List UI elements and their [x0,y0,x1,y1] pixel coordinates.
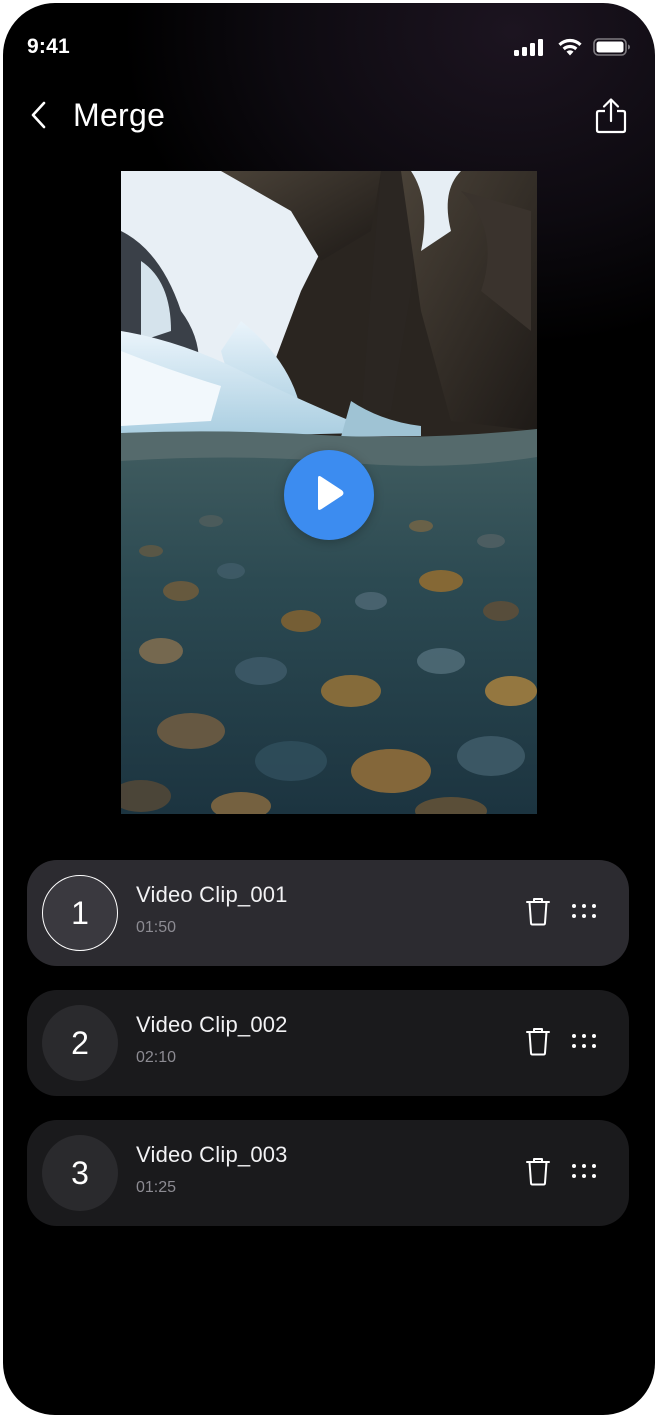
trash-icon [525,896,551,931]
trash-icon [525,1026,551,1061]
phone-screen: 9:41 Merge 1 Video Clip_001 01:50 2 Vide… [3,3,655,1415]
clip-item-1[interactable]: 1 Video Clip_001 01:50 [27,860,629,966]
video-preview[interactable] [121,171,537,814]
clip-title: Video Clip_002 [136,1012,288,1037]
clip-duration: 01:25 [136,1179,177,1196]
play-icon [311,473,347,518]
delete-clip-button[interactable] [521,896,555,930]
clip-duration: 01:50 [136,919,177,936]
clip-number: 1 [42,875,118,951]
share-icon [593,97,629,140]
status-icons [513,37,631,62]
drag-handle-icon [571,1163,597,1184]
clip-item-2[interactable]: 2 Video Clip_002 02:10 [27,990,629,1096]
drag-handle-icon [571,903,597,924]
clip-number: 3 [42,1135,118,1211]
delete-clip-button[interactable] [521,1156,555,1190]
drag-handle-icon [571,1033,597,1054]
trash-icon [525,1156,551,1191]
clip-duration: 02:10 [136,1049,177,1066]
clip-title: Video Clip_001 [136,882,288,907]
back-button[interactable] [21,97,57,137]
clip-title: Video Clip_003 [136,1142,288,1167]
play-button[interactable] [284,450,374,540]
page-title: Merge [73,97,166,133]
delete-clip-button[interactable] [521,1026,555,1060]
clip-item-3[interactable]: 3 Video Clip_003 01:25 [27,1120,629,1226]
cellular-signal-icon [513,37,547,62]
chevron-left-icon [29,100,49,135]
status-time: 9:41 [27,35,70,58]
drag-handle[interactable] [567,896,601,930]
drag-handle[interactable] [567,1026,601,1060]
wifi-icon [556,37,584,62]
share-button[interactable] [591,97,631,139]
drag-handle[interactable] [567,1156,601,1190]
battery-icon [593,37,631,62]
clip-number: 2 [42,1005,118,1081]
